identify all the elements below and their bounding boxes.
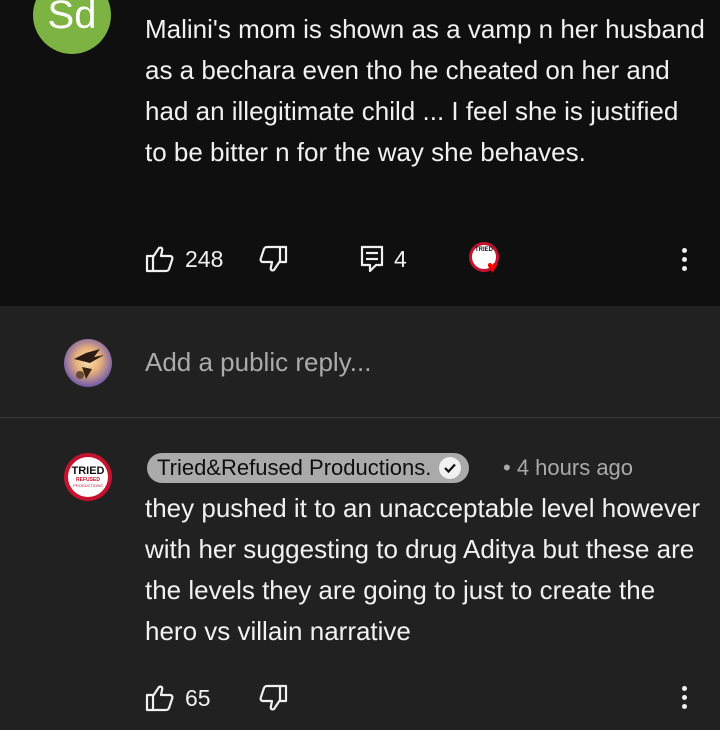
like-count: 248 [185, 245, 224, 272]
avatar-initials: Sd [47, 0, 97, 37]
thumbs-up-icon [145, 246, 174, 273]
dislike-button[interactable] [258, 245, 288, 273]
parent-comment: Sd Malini's mom is shown as a vamp n her… [0, 0, 720, 306]
kebab-menu-icon[interactable] [681, 248, 689, 275]
verified-check-icon [439, 457, 462, 479]
reply-like-count: 65 [185, 684, 211, 711]
reply-count: 4 [394, 245, 407, 272]
reply-timestamp: • 4 hours ago [503, 455, 633, 481]
thumbs-down-icon [259, 684, 288, 711]
logo-line3: PRODUCTIONS [73, 483, 103, 488]
separator: • [503, 455, 511, 480]
comment-text: Malini's mom is shown as a vamp n her hu… [145, 14, 705, 167]
timestamp-text: 4 hours ago [516, 455, 634, 480]
heart-icon: ♥ [487, 257, 498, 277]
reply-text: they pushed it to an unacceptable level … [145, 493, 701, 646]
creator-heart-badge: TRIED ♥ [469, 242, 499, 276]
author-name: Tried&Refused Productions. [157, 455, 432, 480]
reply-dislike-button[interactable] [258, 684, 288, 712]
current-user-avatar [64, 339, 112, 387]
reply-like-button[interactable]: 65 [145, 684, 211, 712]
comment-icon [360, 245, 384, 273]
like-button[interactable]: 248 [145, 245, 223, 273]
replies-button[interactable]: 4 [360, 245, 407, 273]
reply-input[interactable]: Add a public reply... [145, 347, 371, 378]
kebab-menu-icon[interactable] [681, 686, 689, 713]
author-name-pill[interactable]: Tried&Refused Productions. [147, 453, 470, 483]
divider [0, 417, 720, 418]
author-avatar[interactable]: TRIED REFUSED PRODUCTIONS [64, 453, 112, 501]
thumbs-down-icon [259, 245, 288, 272]
thumbs-up-icon [145, 685, 174, 712]
logo-line1: TRIED [71, 465, 105, 477]
avatar[interactable]: Sd [33, 0, 111, 54]
